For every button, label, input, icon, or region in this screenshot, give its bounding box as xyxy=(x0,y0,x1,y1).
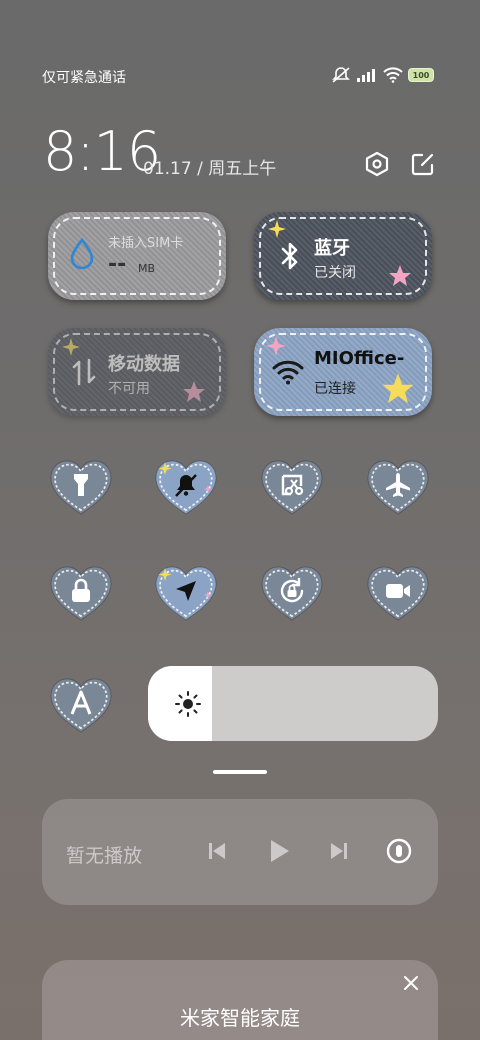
settings-icon[interactable] xyxy=(363,150,391,178)
bluetooth-icon xyxy=(274,240,306,272)
status-bar: 仅可紧急通话 100 xyxy=(0,64,480,88)
lock-icon xyxy=(67,577,95,605)
wifi-tile[interactable]: MIOffice- 已连接 xyxy=(254,328,432,416)
sun-icon xyxy=(174,690,202,718)
sparkle-icon xyxy=(266,336,286,356)
sparkle-icon xyxy=(268,220,286,238)
sim-card-title: 未插入SIM卡 xyxy=(108,236,184,251)
next-icon[interactable] xyxy=(325,837,353,865)
toggle-airplane[interactable] xyxy=(365,458,431,518)
wifi-status: 已连接 xyxy=(314,381,356,397)
wifi-icon xyxy=(383,67,403,83)
sim-card-tile[interactable]: 未插入SIM卡 -- MB xyxy=(48,212,226,300)
wifi-icon xyxy=(272,356,304,388)
star-icon xyxy=(389,265,411,286)
star-icon xyxy=(382,373,414,404)
bluetooth-status: 已关闭 xyxy=(314,265,356,281)
mobile-data-status: 不可用 xyxy=(108,381,150,397)
toggle-silent-bell[interactable] xyxy=(153,458,219,518)
mobile-data-tile[interactable]: 移动数据 不可用 xyxy=(48,328,226,416)
battery-level: 100 xyxy=(412,70,430,80)
toggle-font-size[interactable] xyxy=(48,676,114,736)
toggle-flashlight[interactable] xyxy=(48,458,114,518)
smart-home-card[interactable]: 米家智能家庭 xyxy=(42,960,438,1040)
play-icon[interactable] xyxy=(265,837,293,865)
screenshot-icon xyxy=(278,471,306,499)
status-icons: 100 xyxy=(331,66,434,84)
airplane-icon xyxy=(384,471,412,499)
mobile-data-icon xyxy=(68,356,100,388)
auto-rotate-icon xyxy=(278,577,306,605)
date: 01.17 / 周五上午 xyxy=(143,159,277,179)
water-drop-icon xyxy=(66,238,98,270)
mute-icon xyxy=(332,67,350,83)
close-icon[interactable] xyxy=(400,972,422,994)
cast-icon[interactable] xyxy=(385,837,413,865)
battery-icon: 100 xyxy=(408,68,434,82)
sim-data-unit: MB xyxy=(138,262,156,275)
signal-icon xyxy=(357,69,375,82)
video-camera-icon xyxy=(384,577,412,605)
toggle-location[interactable] xyxy=(153,564,219,624)
toggle-screenshot[interactable] xyxy=(259,458,325,518)
previous-icon[interactable] xyxy=(203,837,231,865)
toggle-auto-rotate[interactable] xyxy=(259,564,325,624)
drag-handle[interactable] xyxy=(213,770,267,774)
media-player: 暂无播放 xyxy=(42,799,438,905)
font-size-icon xyxy=(67,689,95,717)
sim-data-value: -- xyxy=(108,252,127,277)
brightness-slider[interactable] xyxy=(148,666,438,741)
edit-icon[interactable] xyxy=(409,150,437,178)
mobile-data-title: 移动数据 xyxy=(108,354,180,375)
carrier-text: 仅可紧急通话 xyxy=(42,70,126,86)
bluetooth-title: 蓝牙 xyxy=(314,238,350,259)
location-icon xyxy=(172,577,200,605)
media-status: 暂无播放 xyxy=(66,845,143,867)
smart-home-title: 米家智能家庭 xyxy=(180,1006,300,1030)
sparkle-icon xyxy=(62,338,80,356)
flashlight-icon xyxy=(67,471,95,499)
silent-bell-icon xyxy=(172,471,200,499)
wifi-title: MIOffice- xyxy=(314,348,405,369)
star-icon xyxy=(183,381,205,402)
bluetooth-tile[interactable]: 蓝牙 已关闭 xyxy=(254,212,432,300)
toggle-lock[interactable] xyxy=(48,564,114,624)
toggle-video-camera[interactable] xyxy=(365,564,431,624)
